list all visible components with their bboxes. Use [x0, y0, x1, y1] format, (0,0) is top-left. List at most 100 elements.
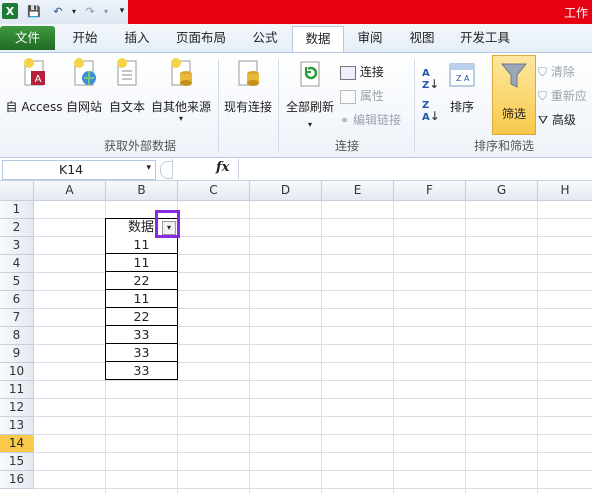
svg-text:A: A: [464, 74, 470, 83]
sort-label: 排序: [449, 100, 474, 114]
tab-view[interactable]: 视图: [397, 26, 447, 50]
tab-page-layout[interactable]: 页面布局: [166, 26, 236, 50]
from-web-button[interactable]: 自网站: [62, 57, 106, 115]
filter-label: 筛选: [501, 107, 526, 121]
advanced-filter-button[interactable]: ⛛ 高级: [538, 111, 576, 128]
existing-connections-button[interactable]: 现有连接: [220, 57, 276, 115]
row-header[interactable]: 9: [0, 345, 34, 363]
name-box-dropdown-icon[interactable]: ▾: [146, 163, 151, 173]
filter-button[interactable]: 筛选: [492, 55, 536, 135]
name-box[interactable]: K14 ▾: [2, 160, 156, 180]
existing-connections-icon: [238, 60, 259, 86]
table-row-cell[interactable]: 33: [105, 362, 178, 380]
redo-dropdown-icon[interactable]: ▾: [98, 3, 114, 19]
formula-input[interactable]: [242, 160, 590, 178]
column-header-a[interactable]: A: [34, 181, 106, 201]
row-header-selected[interactable]: 14: [0, 435, 34, 453]
column-header-d[interactable]: D: [250, 181, 322, 201]
tab-data[interactable]: 数据: [292, 26, 344, 53]
table-header-label: 数据: [128, 220, 155, 235]
from-other-sources-button[interactable]: 自其他来源 ▾: [148, 57, 214, 123]
row-header[interactable]: 15: [0, 453, 34, 471]
table-row-cell[interactable]: 11: [105, 236, 178, 254]
table-row-cell[interactable]: 33: [105, 344, 178, 362]
row-header[interactable]: 7: [0, 309, 34, 327]
row-header[interactable]: 5: [0, 273, 34, 291]
select-all-corner[interactable]: [0, 181, 34, 201]
from-access-button[interactable]: A 自 Access: [2, 57, 66, 115]
refresh-icon: [300, 61, 320, 87]
redo-icon[interactable]: ↷: [82, 3, 98, 19]
row-header[interactable]: 10: [0, 363, 34, 381]
row-header[interactable]: 6: [0, 291, 34, 309]
group-separator: [414, 59, 415, 153]
excel-icon: X: [2, 3, 18, 19]
table-row-cell[interactable]: 22: [105, 308, 178, 326]
row-header[interactable]: 16: [0, 471, 34, 489]
advanced-label: 高级: [551, 113, 576, 127]
link-icon: ⚭: [340, 114, 350, 127]
access-db-icon: A: [24, 58, 45, 86]
sort-button[interactable]: ZA 排序: [444, 61, 480, 115]
reapply-button: ⛉ 重新应: [538, 87, 587, 104]
cell-gridlines: [33, 201, 592, 493]
properties-label: 属性: [359, 89, 384, 103]
row-header[interactable]: 4: [0, 255, 34, 273]
table-row-cell[interactable]: 11: [105, 290, 178, 308]
name-box-value: K14: [59, 162, 84, 177]
connections-label: 连接: [359, 65, 384, 79]
from-text-button[interactable]: 自文本: [106, 57, 148, 115]
spreadsheet-grid[interactable]: A B C D E F G H 1 2 3 4 5 6 7 8 9 10 11 …: [0, 181, 592, 493]
svg-text:A: A: [35, 74, 42, 85]
group-separator: [278, 59, 279, 153]
properties-icon: [340, 89, 356, 104]
insert-function-icon[interactable]: fx: [216, 160, 229, 175]
row-header[interactable]: 8: [0, 327, 34, 345]
from-web-label: 自网站: [65, 100, 102, 114]
tab-review[interactable]: 审阅: [345, 26, 395, 50]
edit-links-button: ⚭ 编辑链接: [340, 111, 401, 128]
properties-button: 属性: [340, 87, 384, 104]
web-icon: [74, 58, 96, 86]
table-row-cell[interactable]: 33: [105, 326, 178, 344]
column-header-e[interactable]: E: [322, 181, 394, 201]
group-label-get-external-data: 获取外部数据: [103, 139, 176, 153]
sort-za-icon: ZA: [422, 100, 430, 123]
column-header-c[interactable]: C: [178, 181, 250, 201]
sort-descending-button[interactable]: Z A↓: [422, 101, 440, 123]
undo-icon[interactable]: ↶: [50, 3, 66, 19]
highlight-box: [155, 210, 180, 238]
refresh-all-button[interactable]: 全部刷新 ▾: [282, 59, 338, 129]
row-header[interactable]: 3: [0, 237, 34, 255]
tab-insert[interactable]: 插入: [112, 26, 162, 50]
table-row-cell[interactable]: 22: [105, 272, 178, 290]
row-header[interactable]: 13: [0, 417, 34, 435]
clear-label: 清除: [550, 65, 575, 79]
tab-formulas[interactable]: 公式: [240, 26, 290, 50]
clear-filter-icon: ⛉: [538, 65, 548, 79]
connections-button[interactable]: 连接: [340, 63, 384, 80]
row-header[interactable]: 2: [0, 219, 34, 237]
tab-file[interactable]: 文件: [0, 26, 55, 50]
column-header-f[interactable]: F: [394, 181, 466, 201]
column-header-g[interactable]: G: [466, 181, 538, 201]
sort-icon: ZA: [449, 63, 475, 87]
dropdown-arrow-icon: ▾: [178, 114, 183, 123]
existing-connections-label: 现有连接: [223, 100, 272, 114]
clear-filter-button: ⛉ 清除: [538, 63, 575, 80]
refresh-all-label: 全部刷新: [285, 100, 334, 114]
tab-developer[interactable]: 开发工具: [450, 26, 520, 50]
table-row-cell[interactable]: 11: [105, 254, 178, 272]
tab-home[interactable]: 开始: [60, 26, 110, 50]
text-file-icon: [117, 58, 137, 86]
connections-icon: [340, 65, 356, 80]
advanced-filter-icon: ⛛: [538, 113, 549, 127]
row-header[interactable]: 1: [0, 201, 34, 219]
row-header[interactable]: 12: [0, 399, 34, 417]
save-icon[interactable]: 💾: [26, 3, 42, 19]
sort-ascending-button[interactable]: A Z↓: [422, 69, 439, 91]
row-header[interactable]: 11: [0, 381, 34, 399]
column-header-b[interactable]: B: [106, 181, 178, 201]
undo-dropdown-icon[interactable]: ▾: [66, 3, 82, 19]
column-header-h[interactable]: H: [538, 181, 592, 201]
